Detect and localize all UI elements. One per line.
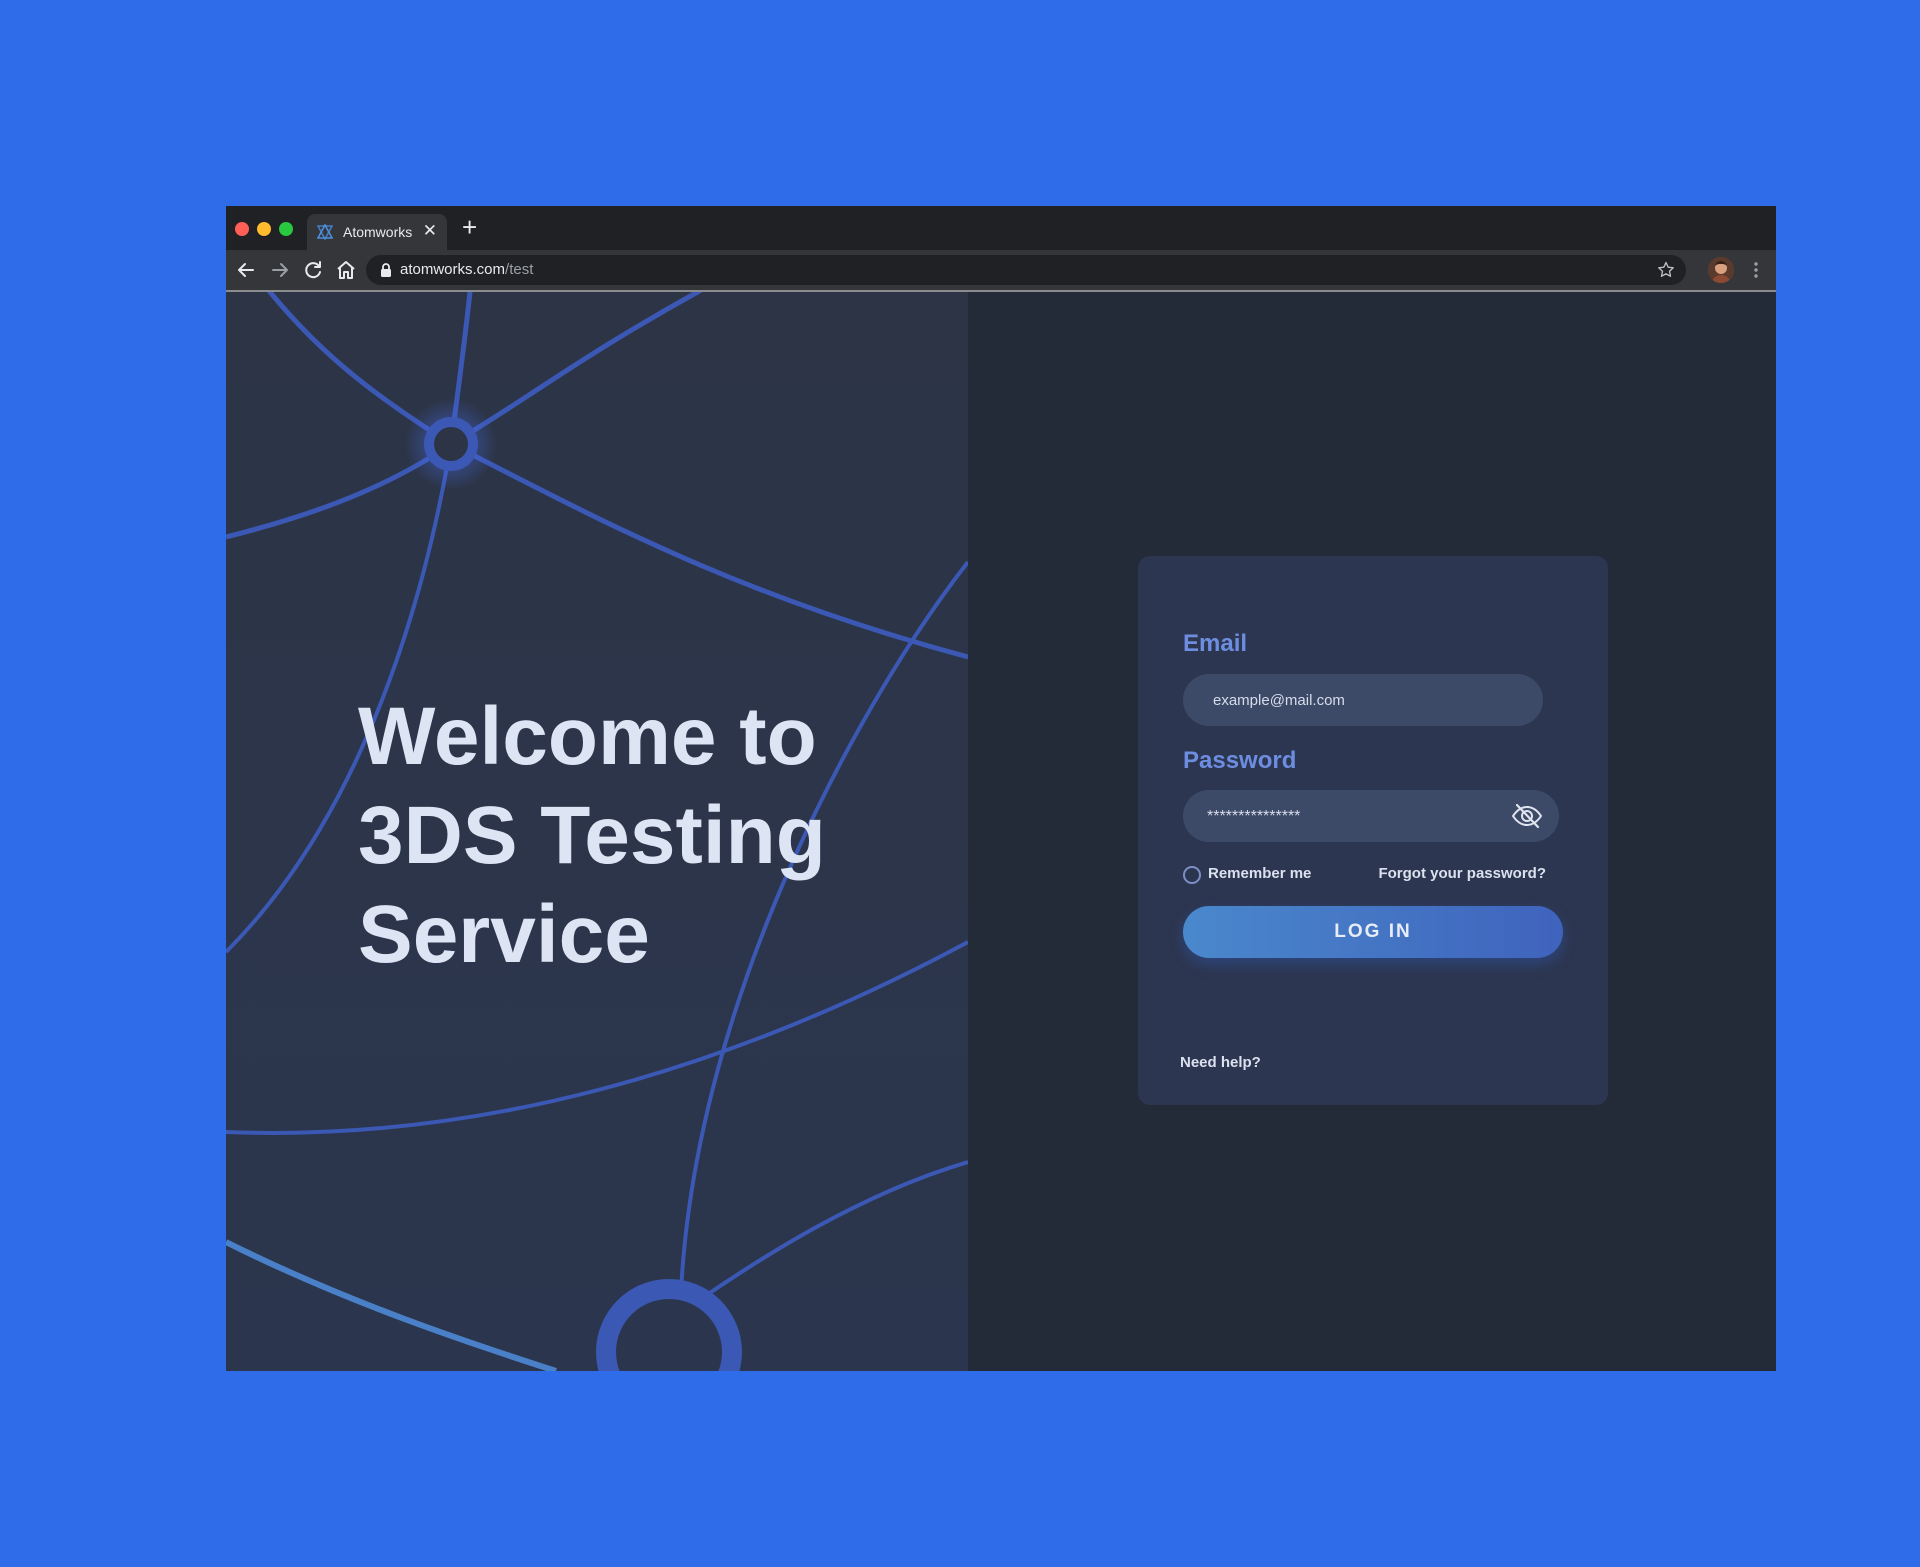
lock-icon: [381, 263, 391, 277]
kebab-menu-icon[interactable]: [1746, 259, 1766, 281]
window-maximize-button[interactable]: [279, 222, 293, 236]
tab-close-icon[interactable]: ✕: [423, 221, 437, 241]
page-content: Welcome to 3DS Testing Service Email Pas…: [226, 292, 1776, 1371]
new-tab-button[interactable]: +: [462, 212, 477, 242]
login-form: Email Password Remember me Forgot your p…: [1138, 556, 1608, 1105]
password-label: Password: [1183, 747, 1297, 774]
reload-icon[interactable]: [301, 258, 325, 282]
atom-logo-icon: [317, 224, 333, 240]
star-icon[interactable]: [1656, 260, 1676, 280]
browser-window: Atomworks ✕ + atomworks.com/test Welcome…: [226, 206, 1776, 1371]
back-arrow-icon[interactable]: [234, 258, 258, 282]
email-label: Email: [1183, 630, 1248, 657]
home-icon[interactable]: [334, 258, 358, 282]
forward-arrow-icon[interactable]: [268, 258, 292, 282]
remember-me-label: Remember me: [1208, 865, 1312, 882]
hero-title-line: Welcome to: [358, 691, 817, 782]
browser-toolbar: atomworks.com/test: [226, 250, 1776, 292]
email-input[interactable]: [1183, 674, 1543, 726]
forgot-password-link[interactable]: Forgot your password?: [1378, 865, 1546, 882]
hero-title-line: Service: [358, 889, 650, 980]
remember-me-radio[interactable]: [1183, 866, 1201, 884]
window-close-button[interactable]: [235, 222, 249, 236]
url-path: /test: [505, 261, 534, 278]
hero-title-line: 3DS Testing: [358, 790, 826, 881]
hero-title: Welcome to 3DS Testing Service: [358, 687, 938, 984]
tab-title: Atomworks: [343, 224, 413, 240]
address-bar[interactable]: atomworks.com/test: [366, 255, 1686, 285]
url-domain: atomworks.com: [400, 261, 506, 278]
hero-panel: Welcome to 3DS Testing Service: [226, 292, 968, 1371]
tab-strip: Atomworks ✕ +: [226, 206, 1776, 250]
login-button[interactable]: LOG IN: [1183, 906, 1563, 958]
password-field: [1183, 790, 1559, 844]
browser-tab[interactable]: Atomworks ✕: [307, 214, 447, 250]
password-input[interactable]: [1205, 790, 1499, 844]
need-help-link[interactable]: Need help?: [1180, 1054, 1261, 1071]
address-url: atomworks.com/test: [400, 261, 533, 278]
profile-avatar[interactable]: [1708, 257, 1734, 283]
eye-off-icon[interactable]: [1511, 802, 1543, 830]
window-minimize-button[interactable]: [257, 222, 271, 236]
avatar-face-icon: [1708, 257, 1734, 283]
